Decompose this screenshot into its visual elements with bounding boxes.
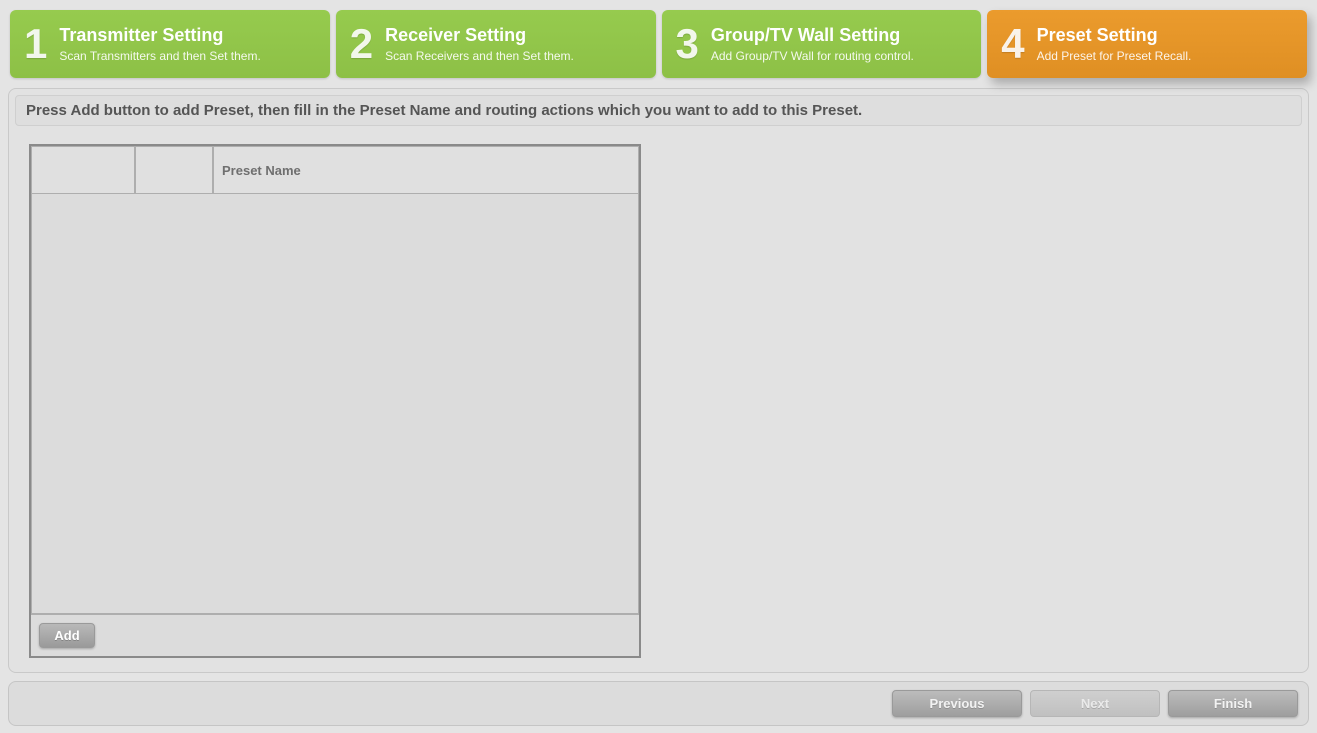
step-title: Group/TV Wall Setting	[711, 25, 914, 47]
step-title: Preset Setting	[1037, 25, 1192, 47]
grid-body[interactable]	[31, 194, 639, 614]
grid-header-col-actions-a	[31, 146, 135, 194]
grid-empty-area	[32, 194, 638, 195]
step-1-transmitter[interactable]: 1 Transmitter Setting Scan Transmitters …	[10, 10, 330, 78]
step-number: 1	[24, 23, 47, 65]
main-panel: Press Add button to add Preset, then fil…	[8, 88, 1309, 673]
step-title: Receiver Setting	[385, 25, 574, 47]
step-number: 3	[676, 23, 699, 65]
step-title: Transmitter Setting	[59, 25, 260, 47]
instruction-text: Press Add button to add Preset, then fil…	[15, 95, 1302, 126]
grid-header: Preset Name	[31, 146, 639, 194]
add-button[interactable]: Add	[39, 623, 95, 648]
step-4-preset[interactable]: 4 Preset Setting Add Preset for Preset R…	[987, 10, 1307, 78]
wizard-steps: 1 Transmitter Setting Scan Transmitters …	[0, 0, 1317, 88]
step-3-group[interactable]: 3 Group/TV Wall Setting Add Group/TV Wal…	[662, 10, 982, 78]
preset-grid: Preset Name Add	[29, 144, 641, 658]
grid-footer: Add	[31, 614, 639, 656]
step-number: 2	[350, 23, 373, 65]
grid-header-col-preset-name: Preset Name	[213, 146, 639, 194]
finish-button[interactable]: Finish	[1168, 690, 1298, 717]
step-number: 4	[1001, 23, 1024, 65]
next-button: Next	[1030, 690, 1160, 717]
wizard-nav: Previous Next Finish	[8, 681, 1309, 726]
step-subtitle: Add Preset for Preset Recall.	[1037, 49, 1192, 63]
step-subtitle: Scan Transmitters and then Set them.	[59, 49, 260, 63]
grid-header-col-actions-b	[135, 146, 213, 194]
step-subtitle: Scan Receivers and then Set them.	[385, 49, 574, 63]
previous-button[interactable]: Previous	[892, 690, 1022, 717]
step-2-receiver[interactable]: 2 Receiver Setting Scan Receivers and th…	[336, 10, 656, 78]
step-subtitle: Add Group/TV Wall for routing control.	[711, 49, 914, 63]
